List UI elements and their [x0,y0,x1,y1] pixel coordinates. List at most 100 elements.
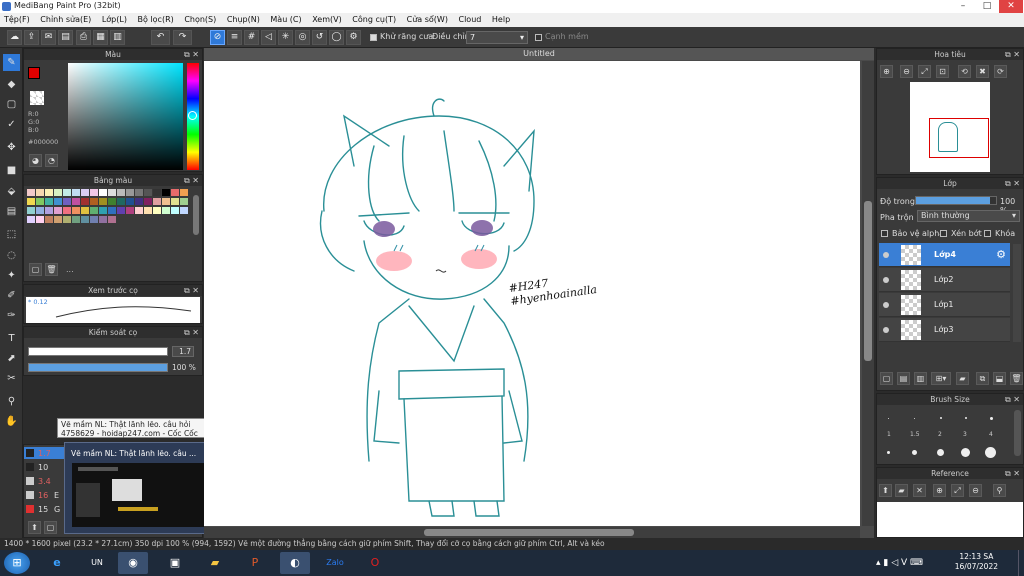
medibang-icon[interactable]: ◐ [280,552,310,574]
cloud-upload-icon[interactable]: ⬆ [879,484,892,497]
brush-size-3[interactable]: 3.4 [38,477,51,486]
brush-size-option-3[interactable]: 2 [938,431,942,438]
palette-swatch[interactable] [54,189,62,196]
tray-icons[interactable]: ▴ ▮ ◁ V ⌨ [876,558,923,568]
new-brush-icon[interactable]: ▢ [44,521,57,534]
panel-controls-icon[interactable]: ⧉ ✕ [1005,178,1020,189]
palette-swatch[interactable] [81,216,89,223]
snap-vanish-icon[interactable]: ◁ [261,30,276,45]
palette-swatch[interactable] [99,216,107,223]
palette-swatch[interactable] [117,189,125,196]
canvas-vertical-scrollbar[interactable] [862,61,874,526]
palette-swatch[interactable] [126,198,134,205]
palette-swatch[interactable] [27,207,35,214]
palette-swatch[interactable] [126,207,134,214]
add-layer-dropdown-icon[interactable]: ⊞▾ [931,372,951,385]
opera-icon[interactable]: O [360,552,390,574]
dot-tool-icon[interactable]: ▢ [3,96,20,113]
cloud-icon[interactable]: ☁ [7,30,22,45]
palette-swatch[interactable] [180,207,188,214]
delete-palette-icon[interactable]: 🗑 [45,263,58,276]
gradient-tool-icon[interactable]: ▤ [3,203,20,220]
adjust-select[interactable]: 7 ▾ [466,31,528,44]
brush-size-option-1[interactable]: 1 [887,431,891,438]
grid-icon[interactable]: ▦ [93,30,108,45]
redo-icon[interactable]: ↷ [173,30,192,45]
reset-icon[interactable]: ✖ [976,65,989,78]
palette-swatch[interactable] [45,216,53,223]
text-tool-icon[interactable]: T [3,330,20,347]
palette-swatch[interactable] [162,189,170,196]
panel-controls-icon[interactable]: ⧉ ✕ [184,327,199,338]
fit-icon[interactable]: ⤢ [918,65,931,78]
hue-handle[interactable] [188,111,197,120]
unikey-icon[interactable]: UN [82,552,112,574]
palette-swatch[interactable] [135,189,143,196]
menu-file[interactable]: Tệp(F) [0,13,34,26]
palette-swatch[interactable] [171,207,179,214]
undo-icon[interactable]: ↶ [151,30,170,45]
brush-size-option-2[interactable]: 1.5 [910,431,920,438]
menu-filter[interactable]: Bộ lọc(R) [134,13,178,26]
menu-view[interactable]: Xem(V) [308,13,346,26]
palette-swatch[interactable] [45,198,53,205]
brush-tool-icon[interactable]: ✎ [3,54,20,71]
maximize-icon[interactable]: □ [975,0,999,13]
palette-swatch[interactable] [108,207,116,214]
palette-swatch[interactable] [63,207,71,214]
palette-more[interactable]: ... [66,265,74,274]
soft-edge-checkbox[interactable] [535,34,542,41]
palette-swatch[interactable] [27,198,35,205]
powerpoint-icon[interactable]: P [240,552,270,574]
palette-swatch[interactable] [180,198,188,205]
panel-controls-icon[interactable]: ⧉ ✕ [1005,49,1020,60]
color-saturation-field[interactable] [68,63,183,170]
palette-swatch[interactable] [45,189,53,196]
palette-swatch[interactable] [162,207,170,214]
palette-swatch[interactable] [117,207,125,214]
new-layer-icon[interactable]: ▢ [880,372,893,385]
eye-icon[interactable] [883,252,889,258]
close-reference-icon[interactable]: ✕ [913,484,926,497]
menu-window[interactable]: Cửa sổ(W) [403,13,452,26]
reference-image-area[interactable] [877,502,1023,537]
palette-swatch[interactable] [90,189,98,196]
gear-icon[interactable]: ⚙ [996,248,1006,261]
coccoc-browser-icon[interactable]: ◉ [118,552,148,574]
menu-capture[interactable]: Chụp(N) [223,13,264,26]
eye-icon[interactable] [883,302,889,308]
layer-row-lop1[interactable]: Lớp1 [879,293,1010,317]
brush-size-value[interactable]: 1.7 [172,346,194,357]
share-icon[interactable]: ⎙ [76,30,91,45]
palette-swatch[interactable] [81,207,89,214]
show-desktop-button[interactable] [1018,550,1024,576]
select-pen-tool-icon[interactable]: ✐ [3,287,20,304]
palette-swatch[interactable] [135,198,143,205]
open-folder-icon[interactable]: ▰ [895,484,908,497]
color-wheel-icon[interactable]: ◕ [29,154,42,167]
palette-swatch[interactable] [144,207,152,214]
panel-controls-icon[interactable]: ⧉ ✕ [184,49,199,60]
blend-mode-select[interactable]: Bình thường ▾ [917,210,1020,222]
palette-swatch[interactable] [144,189,152,196]
palette-swatch[interactable] [36,198,44,205]
eye-icon[interactable] [883,277,889,283]
rotate-right-icon[interactable]: ⟳ [994,65,1007,78]
zalo-icon[interactable]: Zalo [320,552,350,574]
start-button-icon[interactable]: ⊞ [4,552,30,574]
bucket-tool-icon[interactable]: ⬙ [3,183,20,200]
palette-swatch[interactable] [153,198,161,205]
select-tool-icon[interactable]: ⬚ [3,226,20,243]
palette-swatch[interactable] [54,216,62,223]
magic-wand-tool-icon[interactable]: ✦ [3,267,20,284]
palette-swatch[interactable] [126,189,134,196]
table-icon[interactable]: ▥ [110,30,125,45]
palette-swatch[interactable] [72,189,80,196]
lock-checkbox[interactable] [984,230,991,237]
palette-swatch[interactable] [135,207,143,214]
add-palette-icon[interactable]: ▢ [29,263,42,276]
palette-swatch[interactable] [45,207,53,214]
internet-explorer-icon[interactable]: e [42,552,72,574]
delete-layer-icon[interactable]: 🗑 [1010,372,1023,385]
panel-controls-icon[interactable]: ⧉ ✕ [184,175,199,186]
